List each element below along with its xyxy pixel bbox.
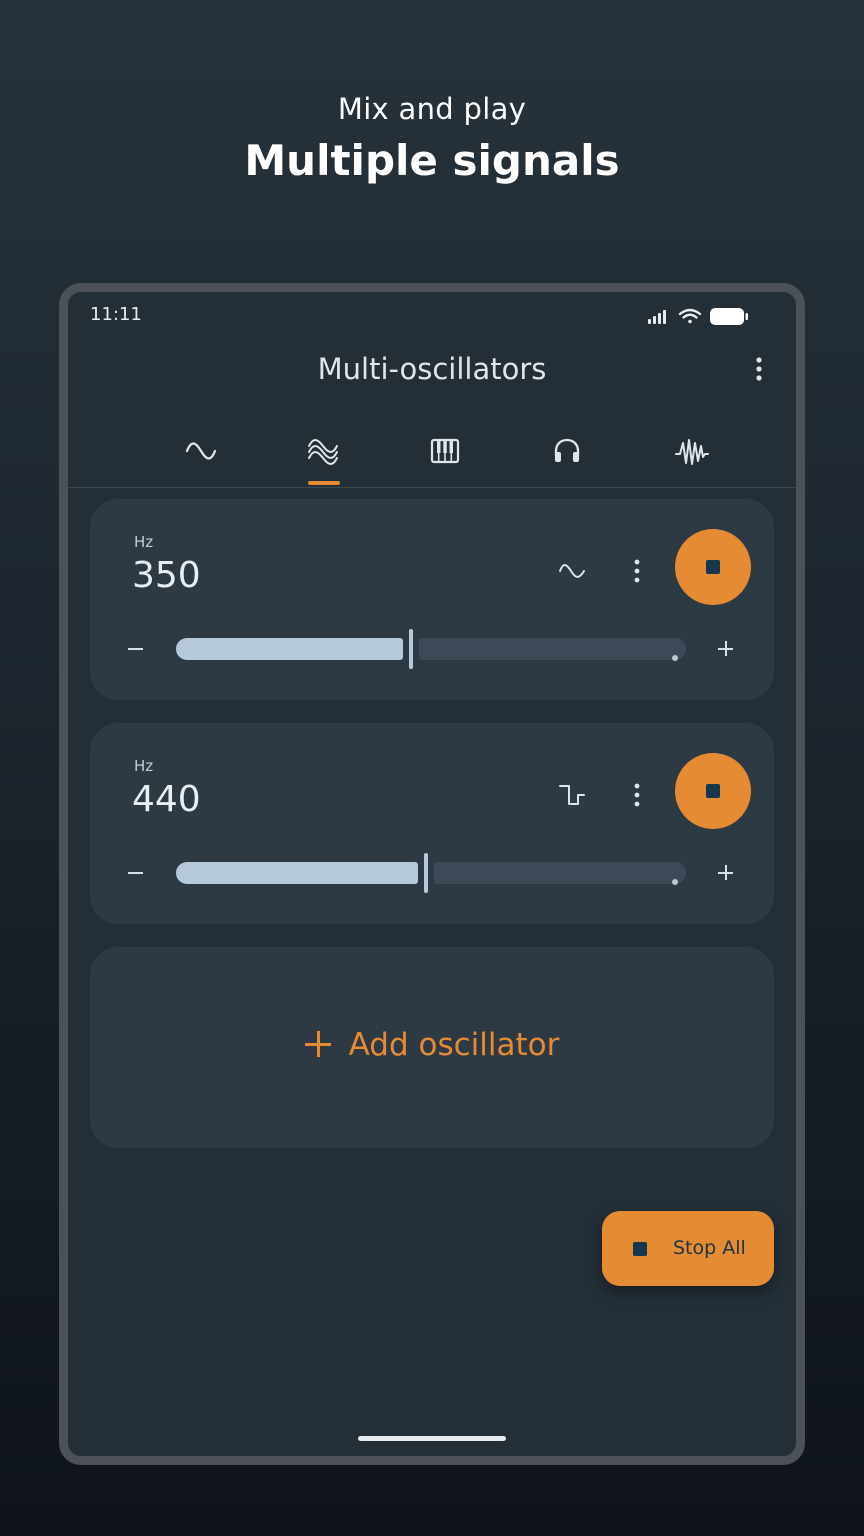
frequency-unit: Hz [134,533,154,551]
slider-thumb[interactable] [409,629,413,669]
stop-icon [706,560,720,574]
noise-wave-icon [675,439,709,465]
tab-headphones[interactable] [537,417,597,485]
play-stop-button[interactable] [675,529,751,605]
status-icons [648,308,748,325]
add-oscillator-label: Add oscillator [348,1027,560,1063]
add-icon [304,1031,331,1057]
slider-active-track [176,638,403,660]
increase-frequency-button[interactable] [714,637,738,661]
stop-all-label: Stop All [673,1237,746,1259]
battery-icon [710,308,748,325]
slider-end-dot [672,879,678,885]
stop-all-button[interactable]: Stop All [602,1211,774,1286]
increase-frequency-button[interactable] [714,861,738,885]
app-title: Multi-oscillators [317,352,547,386]
slider-thumb[interactable] [424,853,428,893]
piano-keys-icon [430,438,460,464]
stop-icon [706,784,720,798]
frequency-value[interactable]: 350 [132,555,201,596]
frequency-slider[interactable] [176,853,686,893]
square-wave-icon [559,785,585,805]
status-time: 11:11 [90,304,142,325]
waveform-button[interactable] [554,553,590,589]
tab-noise[interactable] [660,417,720,485]
slider-inactive-track [419,638,686,661]
slider-inactive-track [434,862,686,885]
oscillator-menu-button[interactable] [622,777,652,813]
tab-single-oscillator[interactable] [170,417,230,485]
frequency-unit: Hz [134,757,154,775]
signal-icon [648,310,666,324]
more-vert-icon [634,783,640,807]
sine-wave-icon [559,564,585,578]
waveform-button[interactable] [554,777,590,813]
slider-active-track [176,862,418,884]
frequency-slider[interactable] [176,629,686,669]
add-oscillator-button[interactable]: Add oscillator [90,947,774,1148]
promo-title: Multiple signals [244,136,620,185]
stop-icon [633,1242,647,1256]
oscillator-card: Hz 440 [90,723,774,924]
app-bar: Multi-oscillators [68,338,796,398]
overflow-menu-button[interactable] [744,354,774,384]
multi-wave-icon [308,439,338,465]
decrease-frequency-button[interactable] [124,637,148,661]
wifi-icon [678,308,702,324]
slider-end-dot [672,655,678,661]
sine-wave-icon [185,442,217,460]
tab-keyboard[interactable] [415,417,475,485]
tab-bar [68,417,796,488]
status-bar: 11:11 [68,292,796,334]
tab-multi-oscillators[interactable] [292,417,352,485]
decrease-frequency-button[interactable] [124,861,148,885]
more-vert-icon [756,357,762,381]
more-vert-icon [634,559,640,583]
play-stop-button[interactable] [675,753,751,829]
promo-subtitle: Mix and play [337,92,527,126]
headphones-icon [554,438,580,462]
oscillator-menu-button[interactable] [622,553,652,589]
home-indicator[interactable] [358,1436,506,1441]
tab-selected-indicator [308,481,340,485]
oscillator-card: Hz 350 [90,499,774,700]
frequency-value[interactable]: 440 [132,779,201,820]
device-frame: 11:11 Multi-oscillators Hz 350 Hz 440 Ad… [59,283,805,1465]
